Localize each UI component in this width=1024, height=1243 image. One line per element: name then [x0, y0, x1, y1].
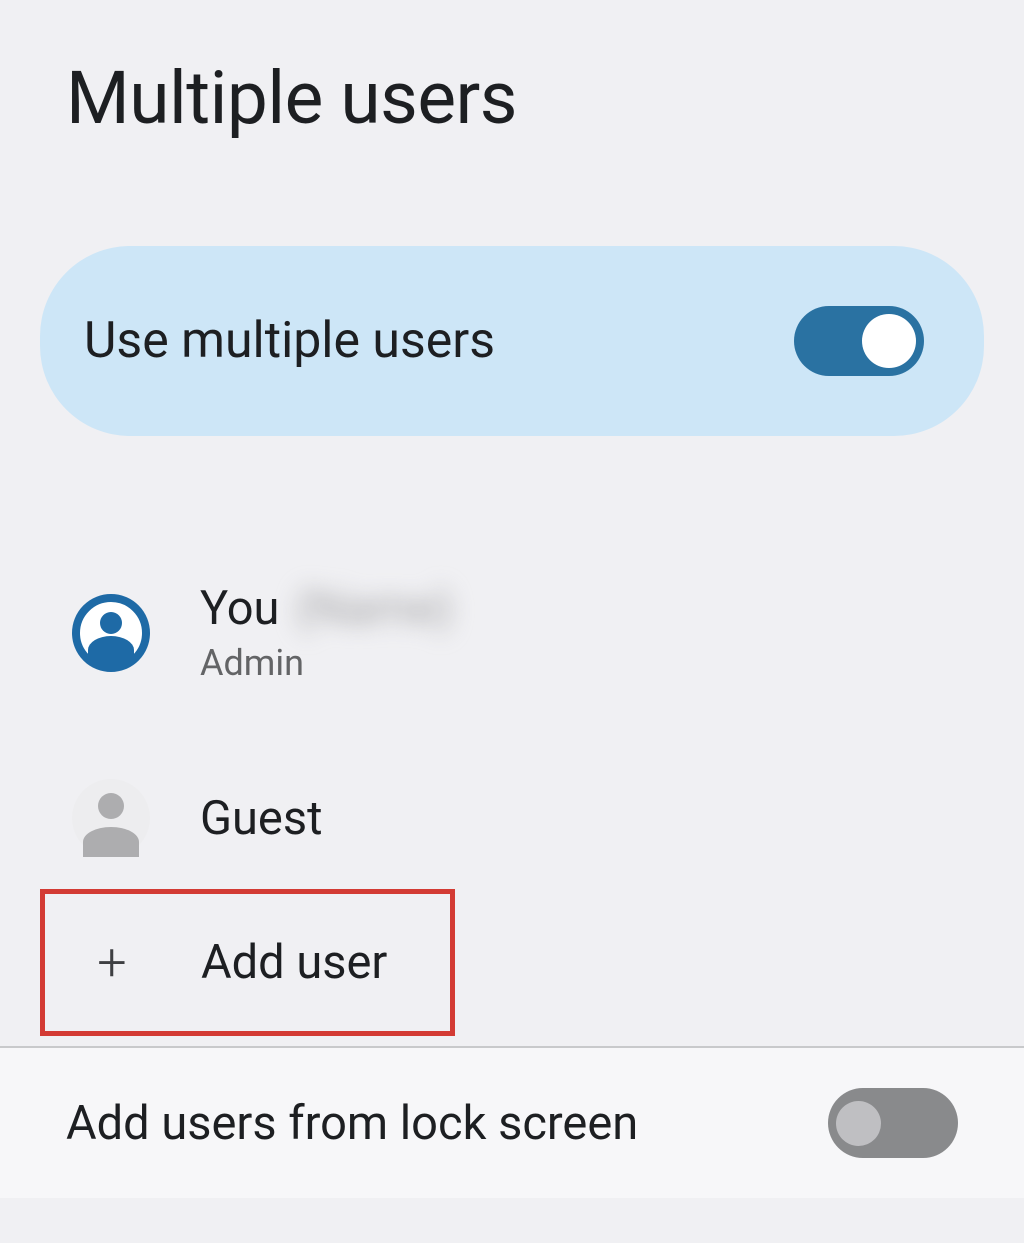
add-user-label: Add user [201, 935, 387, 990]
user-role: Admin [200, 642, 453, 684]
add-users-lock-screen-label: Add users from lock screen [66, 1096, 638, 1151]
avatar-icon [72, 594, 150, 672]
user-row-guest[interactable]: Guest [0, 749, 1024, 887]
user-name-extra: (Name) [295, 581, 453, 636]
use-multiple-users-switch[interactable] [794, 306, 924, 376]
user-name: Guest [200, 791, 322, 846]
use-multiple-users-label: Use multiple users [84, 312, 495, 370]
lock-screen-section: Add users from lock screen [0, 1048, 1024, 1198]
page-title: Multiple users [0, 0, 1024, 141]
user-list: You (Name) Admin Guest + Add user [0, 551, 1024, 1036]
switch-thumb-icon [862, 314, 916, 368]
switch-thumb-icon [836, 1101, 881, 1146]
avatar-icon [72, 779, 150, 857]
use-multiple-users-row[interactable]: Use multiple users [40, 246, 984, 436]
user-name: You [200, 581, 279, 636]
plus-icon: + [73, 924, 151, 1002]
add-user-button[interactable]: + Add user [40, 889, 455, 1036]
add-users-lock-screen-switch[interactable] [828, 1088, 958, 1158]
add-users-lock-screen-row[interactable]: Add users from lock screen [66, 1088, 958, 1158]
user-row-you[interactable]: You (Name) Admin [0, 551, 1024, 714]
